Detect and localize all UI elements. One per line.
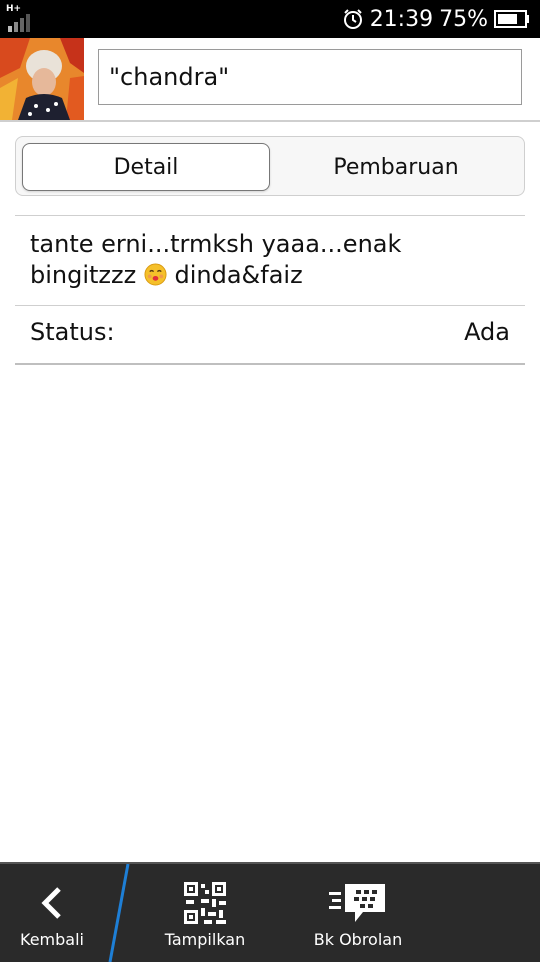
alarm-icon — [343, 9, 362, 29]
divider — [15, 305, 525, 306]
network-indicator: H+ — [6, 4, 34, 32]
tab-pembaruan[interactable]: Pembaruan — [274, 143, 518, 191]
personal-message-suffix: dinda&faiz — [166, 261, 303, 289]
battery-icon — [494, 10, 529, 28]
contact-name: "chandra" — [109, 63, 230, 91]
back-button[interactable]: Kembali — [0, 864, 104, 962]
signal-icon — [8, 14, 30, 32]
action-bar: Kembali Tampilkan Bk Obrolan — [0, 862, 540, 962]
chevron-left-icon — [41, 887, 61, 919]
personal-message: tante erni...trmksh yaaa...enak bingitzz… — [30, 229, 490, 291]
bbm-chat-icon — [329, 884, 385, 922]
back-label: Kembali — [20, 930, 84, 949]
network-type-label: H+ — [6, 4, 22, 14]
divider — [15, 363, 525, 365]
avatar-image — [0, 38, 84, 120]
qr-code-icon — [184, 882, 226, 924]
contact-header: "chandra" — [0, 38, 540, 122]
battery-percent: 75% — [439, 6, 488, 32]
divider — [15, 215, 525, 216]
show-label: Tampilkan — [164, 930, 246, 949]
start-chat-button[interactable]: Bk Obrolan — [300, 864, 416, 962]
segmented-tabs: Detail Pembaruan — [15, 136, 525, 196]
contact-name-field[interactable]: "chandra" — [98, 49, 522, 105]
clock: 21:39 — [369, 6, 434, 32]
chat-label: Bk Obrolan — [313, 930, 403, 949]
avatar[interactable] — [0, 38, 84, 120]
status-bar: H+ 21:39 75% — [0, 0, 540, 38]
show-barcode-button[interactable]: Tampilkan — [150, 864, 260, 962]
status-label: Status: — [30, 318, 115, 346]
status-value: Ada — [464, 318, 510, 346]
action-bar-divider — [108, 864, 130, 962]
kiss-emoji-icon — [144, 263, 167, 286]
tab-detail[interactable]: Detail — [22, 143, 270, 191]
